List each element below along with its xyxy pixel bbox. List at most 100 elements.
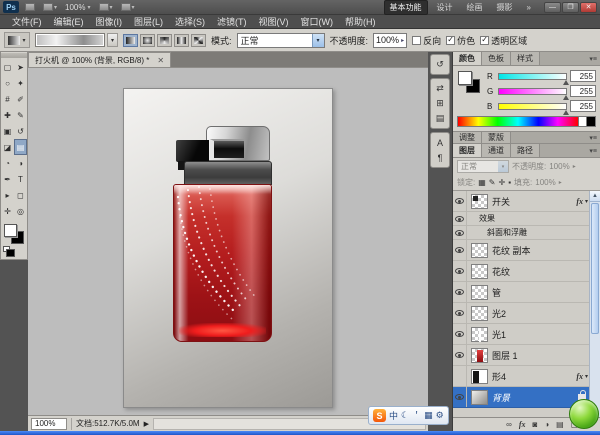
transparency-checkbox[interactable]: ✓透明区域 — [480, 34, 527, 47]
layer-thumbnail[interactable] — [471, 348, 488, 363]
history-brush-tool[interactable]: ↺ — [14, 123, 27, 139]
layer-fx-icon[interactable]: fx — [576, 197, 583, 206]
eraser-tool[interactable]: ◪ — [1, 139, 14, 155]
dodge-tool[interactable]: ◑ — [14, 155, 27, 171]
character-panel-icon[interactable]: A — [432, 135, 448, 150]
lock-position-icon[interactable]: ✛ — [499, 178, 506, 187]
visibility-toggle[interactable] — [453, 303, 467, 323]
canvas-page[interactable] — [123, 88, 333, 408]
lasso-tool[interactable]: ○ — [1, 75, 14, 91]
tab-adjustments[interactable]: 调整 — [453, 132, 482, 143]
adjustment-layer-icon[interactable]: ◑ — [544, 420, 549, 429]
visibility-toggle[interactable] — [453, 261, 467, 281]
layers-panel-menu-icon[interactable]: ▾≡ — [586, 144, 600, 157]
arrange-documents-icon[interactable]: ▾ — [97, 3, 115, 11]
layer-row-switch[interactable]: 开关 fx▾ — [453, 191, 600, 212]
layer-blend-mode-select[interactable]: 正常▾ — [457, 160, 509, 173]
hand-tool[interactable]: ✛ — [1, 203, 14, 219]
visibility-toggle[interactable] — [453, 240, 467, 260]
link-layers-icon[interactable]: ∞ — [506, 420, 512, 429]
dither-checkbox[interactable]: ✓仿色 — [446, 34, 475, 47]
workspace-overflow-button[interactable]: » — [522, 2, 536, 13]
blend-mode-select[interactable]: 正常▾ — [237, 33, 325, 48]
visibility-toggle[interactable] — [453, 212, 467, 225]
layer-fx-icon[interactable]: fx — [576, 372, 583, 381]
tab-swatches[interactable]: 色板 — [482, 52, 511, 65]
new-group-icon[interactable]: ▤ — [556, 420, 564, 429]
panel-foreground-swatch[interactable] — [458, 71, 472, 85]
history-panel-icon[interactable]: ↺ — [432, 57, 448, 72]
canvas-area[interactable] — [28, 68, 428, 415]
fx-collapse-icon[interactable]: ▾ — [585, 373, 588, 380]
layer-thumbnail[interactable] — [471, 264, 488, 279]
menu-image[interactable]: 图像(I) — [90, 15, 129, 28]
layer-row-bevel-emboss[interactable]: 斜面和浮雕 — [453, 226, 600, 240]
layer-row-shape4[interactable]: 形4 fx▾ — [453, 366, 600, 387]
tab-close-icon[interactable]: ✕ — [157, 56, 164, 65]
gradient-preview[interactable] — [35, 33, 105, 47]
red-slider[interactable] — [498, 73, 567, 80]
visibility-toggle[interactable] — [453, 282, 467, 302]
blue-value-input[interactable]: 255 — [570, 100, 596, 112]
tab-paths[interactable]: 路径 — [511, 144, 540, 157]
layer-row-pattern-copy[interactable]: 花纹 副本 — [453, 240, 600, 261]
visibility-toggle[interactable] — [453, 366, 467, 386]
move-tool[interactable]: ➤ — [14, 59, 27, 75]
gradient-tool[interactable]: ▤ — [14, 139, 27, 155]
default-colors-icon[interactable] — [3, 246, 10, 252]
color-spectrum-bar[interactable] — [457, 116, 596, 127]
angle-gradient-button[interactable] — [157, 34, 172, 47]
layer-row-light1[interactable]: 光1 — [453, 324, 600, 345]
fill-value[interactable]: 100% — [535, 178, 555, 187]
info-panel-icon[interactable]: ⇄ — [432, 81, 448, 96]
tools-panel-header[interactable] — [1, 53, 27, 58]
brush-tool[interactable]: ✎ — [14, 107, 27, 123]
quick-selection-tool[interactable]: ✦ — [14, 75, 27, 91]
green-value-input[interactable]: 255 — [570, 85, 596, 97]
layer-thumbnail[interactable] — [471, 327, 488, 342]
visibility-toggle[interactable] — [453, 191, 467, 211]
status-zoom-input[interactable]: 100% — [31, 418, 67, 430]
visibility-toggle[interactable] — [453, 387, 467, 407]
radial-gradient-button[interactable] — [140, 34, 155, 47]
diamond-gradient-button[interactable] — [191, 34, 206, 47]
launch-bridge-icon[interactable] — [23, 3, 37, 11]
path-selection-tool[interactable]: ▸ — [1, 187, 14, 203]
ime-lang-icon[interactable]: 中 — [389, 409, 398, 422]
clone-stamp-tool[interactable]: ▣ — [1, 123, 14, 139]
layer-thumbnail[interactable] — [471, 285, 488, 300]
layer-thumbnail[interactable] — [471, 369, 488, 384]
workspace-essentials-button[interactable]: 基本功能 — [384, 0, 428, 15]
tab-styles[interactable]: 样式 — [511, 52, 540, 65]
close-button[interactable]: ✕ — [580, 2, 597, 13]
rectangular-marquee-tool[interactable]: ▢ — [1, 59, 14, 75]
layer-comps-panel-icon[interactable]: ▤ — [432, 111, 448, 126]
linear-gradient-button[interactable] — [123, 34, 138, 47]
menu-select[interactable]: 选择(S) — [169, 15, 211, 28]
ime-punct-icon[interactable]: ＇ — [412, 409, 421, 422]
workspace-photography-button[interactable]: 摄影 — [492, 1, 518, 14]
menu-view[interactable]: 视图(V) — [253, 15, 295, 28]
layers-scrollbar[interactable]: ▲ — [589, 191, 600, 417]
visibility-toggle[interactable] — [453, 324, 467, 344]
tab-layers[interactable]: 图层 — [453, 144, 482, 157]
menu-filter[interactable]: 滤镜(T) — [211, 15, 253, 28]
tab-channels[interactable]: 通道 — [482, 144, 511, 157]
layer-row-light2[interactable]: 光2 — [453, 303, 600, 324]
layer-row-layer1[interactable]: 图层 1 — [453, 345, 600, 366]
collapsed-panel-menu-icon[interactable]: ▾≡ — [586, 132, 600, 143]
opacity-input[interactable]: 100%▸ — [373, 33, 407, 48]
visibility-toggle[interactable] — [453, 226, 467, 239]
healing-brush-tool[interactable]: ✚ — [1, 107, 14, 123]
eyedropper-tool[interactable]: ✐ — [14, 91, 27, 107]
sogou-logo[interactable]: S — [373, 409, 386, 422]
document-tab[interactable]: 打火机 @ 100% (背景, RGB/8) * ✕ — [28, 52, 171, 67]
floating-assistant-ball[interactable] — [569, 399, 599, 429]
minimize-button[interactable]: — — [544, 2, 561, 13]
blue-slider[interactable] — [498, 103, 567, 110]
status-arrow-button[interactable]: ▶ — [144, 420, 149, 428]
fx-collapse-icon[interactable]: ▾ — [585, 198, 588, 205]
color-panel-menu-icon[interactable]: ▾≡ — [586, 52, 600, 65]
blur-tool[interactable]: ◔ — [1, 155, 14, 171]
foreground-color-swatch[interactable] — [4, 224, 17, 237]
